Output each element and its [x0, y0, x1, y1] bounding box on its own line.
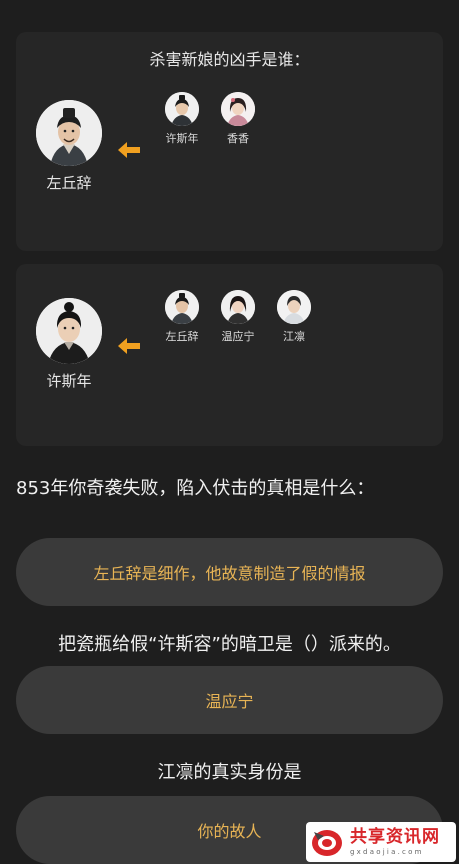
male-portrait-white-icon[interactable] [277, 290, 311, 324]
candidate-name: 左丘辞 [165, 330, 199, 343]
main-character-name: 左丘辞 [46, 174, 92, 192]
candidate-name: 江凛 [283, 330, 305, 343]
female-portrait-icon[interactable] [221, 92, 255, 126]
character-question-card: 许斯年 左丘辞 温应宁 江凛 [16, 264, 443, 446]
male-portrait-icon[interactable] [165, 290, 199, 324]
arrow-left-icon [118, 142, 140, 158]
male-portrait-icon[interactable] [165, 92, 199, 126]
arrow-left-icon [118, 338, 140, 354]
card-title: 杀害新娘的凶手是谁： [149, 50, 310, 69]
male-portrait-topknot-icon [36, 298, 102, 364]
answer-button[interactable]: 温应宁 [16, 666, 443, 734]
watermark-title: 共享资讯网 [350, 827, 440, 847]
candidate-name: 许斯年 [165, 132, 199, 145]
question-text: 853年你奇袭失败，陷入伏击的真相是什么： [16, 478, 375, 499]
candidate-name: 温应宁 [221, 330, 255, 343]
main-character-name: 许斯年 [46, 372, 92, 390]
logo-icon [312, 830, 342, 856]
murder-question-card: 杀害新娘的凶手是谁： 左丘辞 许斯年 香香 [16, 32, 443, 251]
male-portrait-hat-icon [36, 100, 102, 166]
female-portrait-icon[interactable] [221, 290, 255, 324]
watermark-logo: 共享资讯网 g x d a o j i a . c o m [306, 822, 456, 862]
answer-button[interactable]: 左丘辞是细作，他故意制造了假的情报 [16, 538, 443, 606]
candidate-name: 香香 [227, 132, 249, 145]
watermark-url: g x d a o j i a . c o m [350, 848, 422, 856]
question-text: 把瓷瓶给假“许斯容”的暗卫是（）派来的。 [58, 634, 401, 655]
question-text: 江凛的真实身份是 [157, 762, 302, 783]
